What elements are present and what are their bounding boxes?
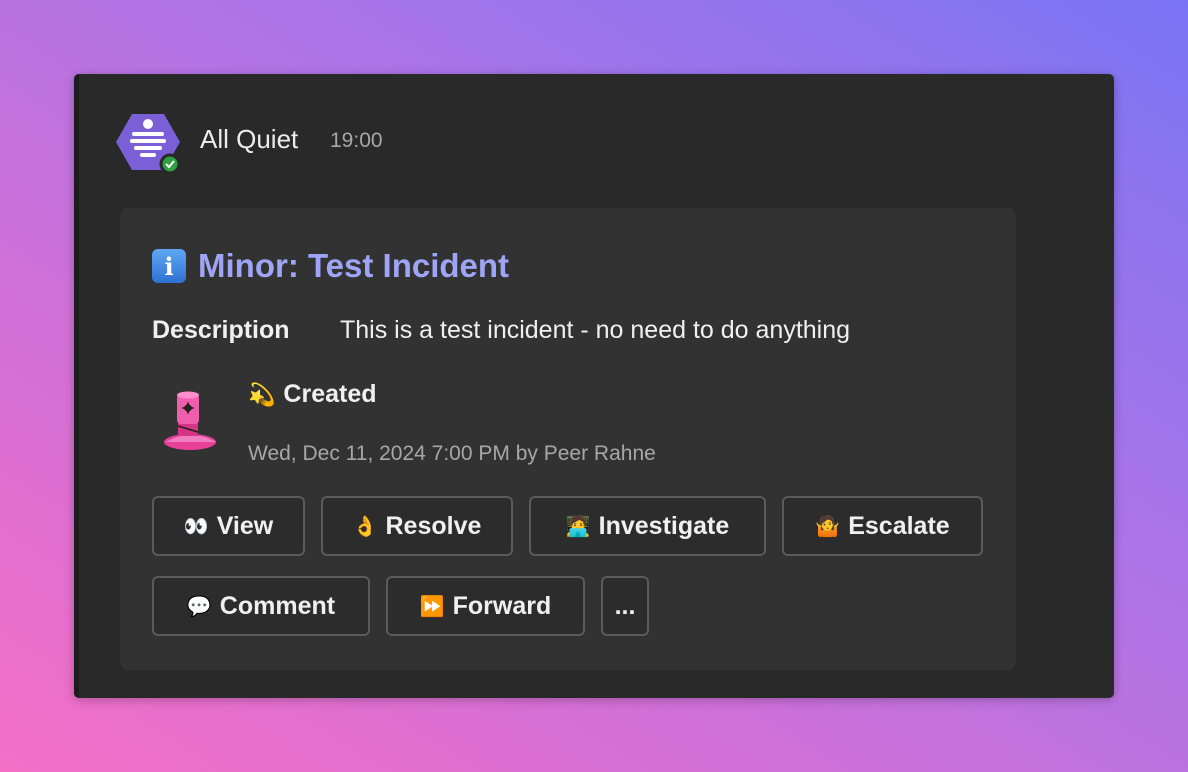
incident-title-row: i Minor: Test Incident [152,246,509,286]
incident-card: i Minor: Test Incident Description This … [120,208,1016,670]
eyes-icon: 👀 [183,515,209,538]
chat-window: All Quiet 19:00 i Minor: Test Incident D… [74,74,1114,698]
description-value: This is a test incident - no need to do … [340,316,851,344]
escalate-button[interactable]: 🤷 Escalate [782,496,983,556]
forward-button-label: Forward [452,591,552,620]
resolve-button-label: Resolve [385,511,482,540]
description-label: Description [152,316,290,344]
fast-forward-icon: ⏩ [419,595,445,618]
all-quiet-logo-avatar[interactable] [116,110,180,174]
resolve-button[interactable]: 👌 Resolve [321,496,513,556]
technologist-icon: 🧑‍💻 [565,515,591,538]
comment-button[interactable]: 💬 Comment [152,576,370,636]
event-meta: Wed, Dec 11, 2024 7:00 PM by Peer Rahne [248,442,656,465]
forward-button[interactable]: ⏩ Forward [386,576,585,636]
view-button-label: View [216,511,274,540]
incident-title[interactable]: Minor: Test Incident [198,247,509,285]
speech-bubble-icon: 💬 [186,595,212,618]
pink-plunger-illustration [164,391,216,450]
online-status-icon [159,153,180,174]
escalate-button-label: Escalate [848,511,950,540]
investigate-button-label: Investigate [598,511,730,540]
dizzy-icon: 💫 [248,381,276,407]
investigate-button[interactable]: 🧑‍💻 Investigate [529,496,766,556]
ok-hand-icon: 👌 [352,515,378,538]
information-icon: i [152,249,186,283]
sender-name[interactable]: All Quiet [200,124,298,155]
comment-button-label: Comment [219,591,336,620]
more-actions-label: ... [614,591,636,620]
message-timestamp[interactable]: 19:00 [330,129,383,153]
shrug-icon: 🤷 [815,515,841,538]
view-button[interactable]: 👀 View [152,496,305,556]
event-title-row: 💫 Created [248,380,377,409]
more-actions-button[interactable]: ... [601,576,649,636]
event-title: Created [283,380,377,408]
